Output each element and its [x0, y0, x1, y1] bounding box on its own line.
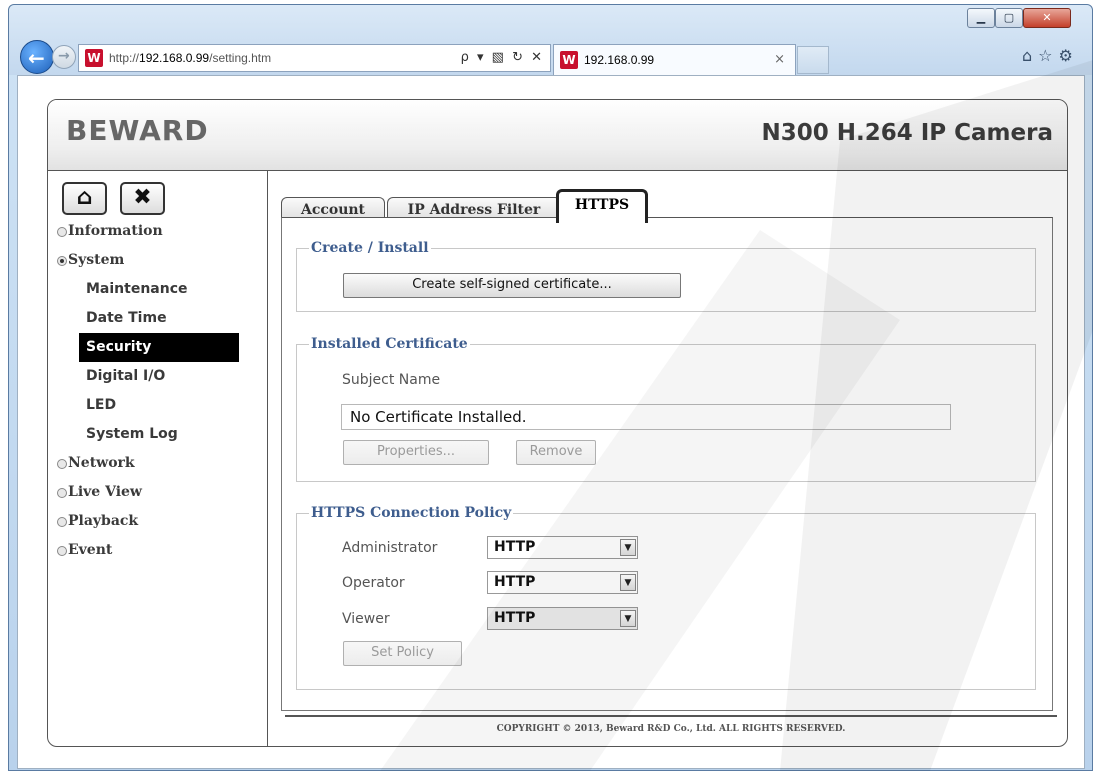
radio-icon: [57, 546, 67, 556]
url-scheme: http://: [109, 51, 140, 65]
forward-button[interactable]: →: [52, 45, 76, 69]
viewer-policy-select[interactable]: HTTP ▼: [487, 607, 638, 630]
radio-icon: [57, 459, 67, 469]
create-install-legend: Create / Install: [311, 240, 429, 256]
subject-name-field: No Certificate Installed.: [341, 404, 951, 430]
viewer-label: Viewer: [342, 611, 390, 627]
operator-policy-select[interactable]: HTTP ▼: [487, 571, 638, 594]
sidebar-item-label: Playback: [68, 513, 139, 529]
sidebar-subitem-security[interactable]: Security: [79, 333, 239, 362]
browser-window: ▁ ▢ ✕ ← → W http://192.168.0.99/setting.…: [0, 0, 1093, 771]
beward-logo: BEWARD: [66, 114, 209, 147]
address-bar[interactable]: W http://192.168.0.99/setting.htm ρ ▾ ▧ …: [78, 44, 551, 72]
subject-name-label: Subject Name: [342, 372, 441, 388]
sidebar-item-playback[interactable]: Playback: [48, 507, 268, 536]
create-certificate-button[interactable]: Create self-signed certificate...: [343, 273, 681, 298]
properties-button[interactable]: Properties...: [343, 440, 489, 465]
close-window-button[interactable]: ✕: [1023, 8, 1071, 28]
remove-button[interactable]: Remove: [516, 440, 596, 465]
home-button[interactable]: ⌂: [62, 182, 107, 215]
sidebar-menu: Information System Maintenance Date Time…: [48, 217, 268, 565]
administrator-policy-select[interactable]: HTTP ▼: [487, 536, 638, 559]
home-favorites-settings-icon[interactable]: ⌂☆⚙: [1022, 46, 1079, 65]
settings-button[interactable]: ✖: [120, 182, 165, 215]
select-value: HTTP: [494, 574, 536, 590]
address-url[interactable]: http://192.168.0.99/setting.htm: [109, 51, 271, 65]
sidebar-item-label: System: [68, 252, 125, 268]
sidebar-item-information[interactable]: Information: [48, 217, 268, 246]
sidebar-item-network[interactable]: Network: [48, 449, 268, 478]
minimize-button[interactable]: ▁: [967, 8, 995, 28]
sidebar-subitem-led[interactable]: LED: [48, 391, 268, 420]
page-header: BEWARD N300 H.264 IP Camera: [48, 100, 1067, 171]
dropdown-arrow-icon: ▼: [620, 539, 636, 556]
maximize-button[interactable]: ▢: [995, 8, 1023, 28]
product-title: N300 H.264 IP Camera: [761, 120, 1053, 146]
sidebar-subitem-date-time[interactable]: Date Time: [48, 304, 268, 333]
address-actions-icon[interactable]: ρ ▾ ▧ ↻ ✕: [461, 50, 544, 65]
back-arrow-icon: ←: [28, 46, 45, 70]
dropdown-arrow-icon: ▼: [620, 574, 636, 591]
back-button[interactable]: ←: [20, 40, 54, 74]
radio-icon: [57, 488, 67, 498]
sidebar-subitem-system-log[interactable]: System Log: [48, 420, 268, 449]
forward-arrow-icon: →: [58, 48, 70, 64]
sidebar-item-live-view[interactable]: Live View: [48, 478, 268, 507]
tools-icon: ✖: [133, 185, 152, 210]
https-policy-legend: HTTPS Connection Policy: [311, 505, 512, 521]
radio-selected-icon: [57, 256, 67, 266]
select-value: HTTP: [494, 610, 536, 626]
sidebar-subitem-digital-io[interactable]: Digital I/O: [48, 362, 268, 391]
sidebar-subitem-maintenance[interactable]: Maintenance: [48, 275, 268, 304]
installed-certificate-legend: Installed Certificate: [311, 336, 468, 352]
url-host: 192.168.0.99: [139, 51, 210, 65]
sidebar-item-system[interactable]: System: [48, 246, 268, 275]
tab-title: 192.168.0.99: [584, 53, 655, 67]
radio-icon: [57, 227, 67, 237]
page-footer: COPYRIGHT © 2013, Beward R&D Co., Ltd. A…: [285, 715, 1057, 741]
browser-tab[interactable]: W 192.168.0.99 ×: [553, 44, 796, 75]
home-icon: ⌂: [76, 185, 93, 210]
tab-close-icon[interactable]: ×: [774, 52, 785, 67]
url-path: /setting.htm: [209, 51, 272, 65]
operator-label: Operator: [342, 575, 405, 591]
tab-favicon-icon: W: [560, 51, 578, 69]
main-panel: Account IP Address Filter HTTPS Create /…: [269, 171, 1067, 746]
https-panel: Create / Install Create self-signed cert…: [281, 217, 1053, 711]
tab-https[interactable]: HTTPS: [556, 189, 648, 223]
sidebar: ⌂ ✖ Information System Maintenance Date …: [48, 171, 268, 746]
sidebar-item-event[interactable]: Event: [48, 536, 268, 565]
camera-settings-page: BEWARD N300 H.264 IP Camera ⌂ ✖ Informat…: [47, 99, 1068, 747]
sidebar-item-label: Network: [68, 455, 135, 471]
select-value: HTTP: [494, 539, 536, 555]
sidebar-item-label: Event: [68, 542, 113, 558]
administrator-label: Administrator: [342, 540, 438, 556]
radio-icon: [57, 517, 67, 527]
dropdown-arrow-icon: ▼: [620, 610, 636, 627]
site-favicon-icon: W: [85, 49, 103, 67]
set-policy-button[interactable]: Set Policy: [343, 641, 462, 666]
sidebar-item-label: Live View: [68, 484, 142, 500]
sidebar-item-label: Information: [68, 223, 163, 239]
new-tab-button[interactable]: [797, 46, 829, 74]
